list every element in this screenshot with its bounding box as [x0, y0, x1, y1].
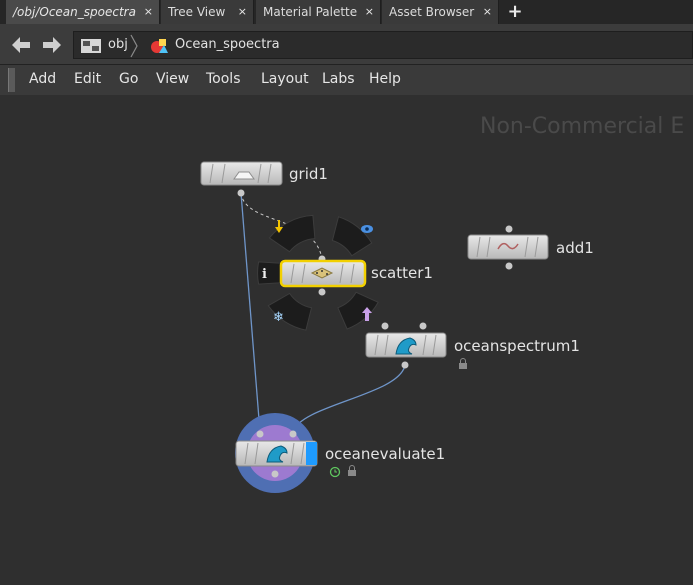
node-label-grid1: grid1 — [289, 165, 328, 183]
output-connector — [318, 288, 326, 296]
time-dependent-clock-icon — [329, 466, 341, 478]
node-oceanspectrum1[interactable] — [365, 322, 467, 370]
input-connector — [289, 430, 297, 438]
tab-tree-view[interactable]: Tree View × — [161, 0, 254, 24]
breadcrumb-separator-icon — [130, 34, 138, 58]
breadcrumb-ocean-spoectra[interactable]: Ocean_spoectra — [175, 37, 280, 52]
tab-obj-ocean-spoectra[interactable]: /obj/Ocean_spoectra × — [6, 0, 160, 24]
output-flag-wedge[interactable] — [337, 291, 379, 330]
network-editor-canvas[interactable]: Non-Commercial E i ❄ grid1 scatter1 add1… — [0, 95, 693, 585]
obj-network-icon — [81, 39, 101, 53]
menu-tools[interactable]: Tools — [206, 71, 241, 87]
path-bar: obj Ocean_spoectra — [0, 24, 693, 65]
tab-label: Material Palette — [263, 5, 358, 19]
display-flag — [306, 442, 317, 465]
lock-icon — [459, 358, 467, 369]
template-flag-wedge[interactable] — [268, 214, 316, 253]
node-label-oceanevaluate1: oceanevaluate1 — [325, 445, 446, 463]
menu-labs[interactable]: Labs — [322, 71, 355, 87]
output-connector — [505, 262, 513, 270]
snowflake-icon: ❄ — [273, 310, 284, 325]
breadcrumb-obj[interactable]: obj — [108, 37, 128, 52]
back-arrow-icon[interactable] — [10, 35, 32, 55]
node-label-scatter1: scatter1 — [371, 264, 433, 282]
node-grid1[interactable] — [200, 161, 283, 197]
tab-asset-browser[interactable]: Asset Browser × — [382, 0, 499, 24]
input-connector — [381, 322, 389, 330]
input-connector — [419, 322, 427, 330]
close-icon[interactable]: × — [238, 0, 247, 24]
menu-add[interactable]: Add — [29, 71, 56, 87]
network-graph: i ❄ — [200, 161, 549, 493]
close-icon[interactable]: × — [483, 0, 492, 24]
node-add1[interactable] — [467, 225, 549, 270]
node-label-add1: add1 — [556, 239, 594, 257]
input-connector — [256, 430, 264, 438]
node-label-oceanspectrum1: oceanspectrum1 — [454, 337, 580, 355]
tab-label: Asset Browser — [389, 5, 475, 19]
output-connector — [271, 470, 279, 478]
output-connector — [237, 189, 245, 197]
tab-label: /obj/Ocean_spoectra — [13, 5, 136, 19]
wire-spectrum-to-oceanevaluate[interactable] — [292, 364, 406, 433]
display-flag-wedge[interactable] — [331, 216, 373, 257]
info-icon: i — [262, 267, 267, 282]
menu-layout[interactable]: Layout — [261, 71, 309, 87]
menu-help[interactable]: Help — [369, 71, 401, 87]
add-tab-button[interactable]: + — [506, 0, 524, 24]
close-icon[interactable]: × — [365, 0, 374, 24]
input-connector — [505, 225, 513, 233]
breadcrumb: obj Ocean_spoectra — [73, 31, 693, 59]
geometry-object-icon — [151, 39, 168, 53]
menu-grip-handle[interactable] — [8, 68, 15, 92]
wire-grid-to-oceanevaluate[interactable] — [240, 192, 261, 433]
output-connector — [401, 361, 409, 369]
close-icon[interactable]: × — [144, 0, 153, 24]
tab-bar: /obj/Ocean_spoectra × Tree View × Materi… — [0, 0, 693, 24]
node-scatter1[interactable] — [279, 255, 367, 296]
tab-label: Tree View — [168, 5, 226, 19]
forward-arrow-icon[interactable] — [41, 35, 63, 55]
menu-edit[interactable]: Edit — [74, 71, 101, 87]
lock-icon — [348, 465, 356, 476]
template-arrow-stem — [278, 220, 280, 227]
menu-view[interactable]: View — [156, 71, 189, 87]
menu-go[interactable]: Go — [119, 71, 138, 87]
menu-bar: Add Edit Go View Tools Layout Labs Help — [0, 65, 693, 95]
eye-pupil — [365, 227, 369, 231]
tab-material-palette[interactable]: Material Palette × — [256, 0, 381, 24]
